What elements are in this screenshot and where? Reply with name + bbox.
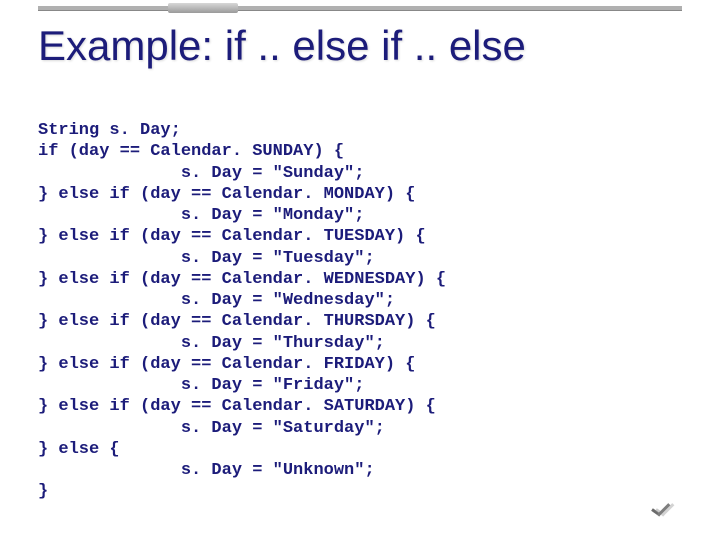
code-block: String s. Day; if (day == Calendar. SUND… — [38, 120, 682, 503]
slide-title: Example: if .. else if .. else — [38, 22, 526, 70]
slide: Example: if .. else if .. else String s.… — [0, 0, 720, 540]
checkmark-icon — [652, 504, 670, 518]
decorative-rule — [38, 6, 682, 10]
